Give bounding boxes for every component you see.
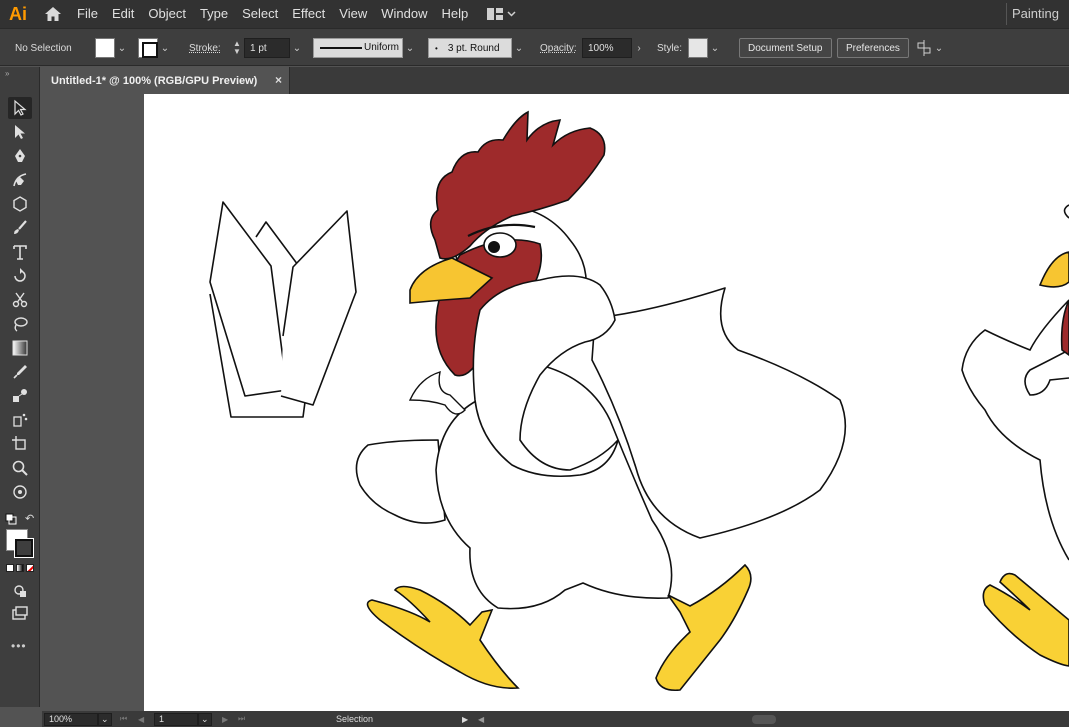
paintbrush-tool-icon[interactable] (8, 217, 32, 239)
scroll-left-icon[interactable]: ◀ (478, 711, 484, 727)
control-bar: No Selection ⌄ ⌄ Stroke: ▲ ▼ 1 pt ⌄ Unifo… (0, 28, 1069, 66)
app-logo: Ai (9, 3, 27, 24)
swap-fill-stroke-icon[interactable]: ↶ (25, 512, 34, 525)
workspace-switcher[interactable]: Painting (1012, 0, 1059, 28)
menu-object[interactable]: Object (141, 0, 193, 28)
chevron-down-icon[interactable]: ⌄ (115, 38, 129, 58)
artwork (209, 110, 1069, 692)
perspective-grid-icon[interactable] (8, 481, 32, 503)
status-menu-icon[interactable]: ▶ (462, 711, 468, 727)
stroke-label[interactable]: Stroke: (189, 29, 221, 67)
menu-file[interactable]: File (70, 0, 105, 28)
brush-dot-icon: • (435, 43, 438, 53)
divider (1006, 3, 1007, 25)
selection-tool-icon[interactable] (8, 97, 32, 119)
color-icon[interactable] (6, 564, 14, 572)
current-tool-status: Selection (336, 714, 374, 724)
profile-line-icon (320, 47, 362, 49)
arrange-documents-icon (487, 8, 504, 20)
gradient-icon[interactable] (16, 564, 24, 572)
fill-swatch[interactable] (95, 38, 115, 58)
style-swatch[interactable] (688, 38, 708, 58)
none-icon[interactable] (26, 564, 34, 572)
menu-type[interactable]: Type (193, 0, 235, 28)
chevron-down-icon[interactable]: ⌄ (158, 38, 172, 58)
curvature-tool-icon[interactable] (8, 169, 32, 191)
menu-window[interactable]: Window (374, 0, 434, 28)
chevron-down-icon (507, 11, 516, 17)
selection-status: No Selection (15, 42, 72, 54)
rooster-left-wing (355, 439, 446, 524)
rooster-neck-feathers (408, 370, 466, 415)
second-rooster (961, 204, 1069, 667)
menu-view[interactable]: View (332, 0, 374, 28)
shape-tool-icon[interactable] (8, 193, 32, 215)
feather-sketch (209, 201, 357, 418)
collapse-icon[interactable]: » (5, 69, 9, 78)
screen-mode-icon[interactable] (8, 603, 32, 625)
preferences-button[interactable]: Preferences (837, 38, 909, 58)
lasso-tool-icon[interactable] (8, 313, 32, 335)
artboard[interactable] (144, 94, 1069, 711)
last-artboard-icon[interactable]: ⏭ (238, 711, 245, 727)
menu-edit[interactable]: Edit (105, 0, 141, 28)
arrange-documents-button[interactable] (487, 8, 516, 20)
stroke-stepper[interactable]: ▲ ▼ (230, 38, 244, 58)
artboard-number-input[interactable]: 1 (154, 712, 198, 726)
artboard-tool-icon[interactable] (8, 433, 32, 455)
eyedropper-tool-icon[interactable] (8, 361, 32, 383)
menu-bar: Ai File Edit Object Type Select Effect V… (0, 0, 1069, 28)
document-tab[interactable]: Untitled-1* @ 100% (RGB/GPU Preview) × (42, 67, 290, 94)
direct-selection-tool-icon[interactable] (8, 121, 32, 143)
zoom-tool-icon[interactable] (8, 457, 32, 479)
rotate-tool-icon[interactable] (8, 265, 32, 287)
chevron-down-icon[interactable]: ⌄ (512, 38, 526, 58)
document-tab-bar: Untitled-1* @ 100% (RGB/GPU Preview) × (42, 67, 1069, 94)
edit-toolbar-icon[interactable]: ••• (11, 639, 27, 653)
scissors-tool-icon[interactable] (8, 289, 32, 311)
home-icon[interactable] (36, 0, 70, 28)
default-fill-stroke-icon[interactable] (5, 512, 17, 525)
status-bar: 100% ⌄ ⏮ ◀ 1 ⌄ ▶ ⏭ Selection ▶ ◀ (42, 711, 1069, 727)
menu-effect[interactable]: Effect (285, 0, 332, 28)
style-label: Style: (657, 42, 683, 54)
document-tab-title: Untitled-1* @ 100% (RGB/GPU Preview) (51, 74, 258, 87)
horizontal-scrollbar-thumb[interactable] (752, 714, 776, 724)
first-artboard-icon[interactable]: ⏮ (120, 711, 127, 727)
gradient-tool-icon[interactable] (8, 337, 32, 359)
menu-select[interactable]: Select (235, 0, 285, 28)
chevron-right-icon[interactable]: › (632, 38, 646, 58)
chevron-down-icon[interactable]: ⌄ (290, 38, 304, 58)
opacity-label[interactable]: Opacity: (540, 29, 577, 67)
pasteboard[interactable] (42, 94, 1069, 711)
variable-width-profile[interactable]: Uniform (313, 38, 403, 58)
blend-tool-icon[interactable] (8, 385, 32, 407)
chevron-down-icon[interactable]: ⌄ (708, 38, 722, 58)
type-tool-icon[interactable] (8, 241, 32, 263)
tools-panel: » ↶ ••• (0, 67, 40, 707)
previous-artboard-icon[interactable]: ◀ (138, 711, 144, 727)
brush-label: 3 pt. Round (447, 42, 500, 54)
chevron-down-icon[interactable]: ⌄ (932, 38, 946, 58)
drawing-mode-icon[interactable] (8, 580, 32, 602)
chevron-down-icon[interactable]: ⌄ (98, 712, 112, 726)
zoom-level-input[interactable]: 100% (44, 712, 98, 726)
chevron-down-icon[interactable]: ⌄ (198, 712, 212, 726)
document-setup-button[interactable]: Document Setup (739, 38, 832, 58)
brush-definition[interactable]: • 3 pt. Round (428, 38, 512, 58)
close-icon[interactable]: × (275, 73, 282, 87)
stroke-swatch[interactable] (138, 38, 158, 58)
profile-label: Uniform (364, 42, 400, 53)
chevron-down-icon[interactable]: ⌄ (403, 38, 417, 58)
menu-help[interactable]: Help (434, 0, 475, 28)
align-icon[interactable] (916, 40, 932, 56)
pen-tool-icon[interactable] (8, 145, 32, 167)
color-mode-buttons (6, 564, 34, 572)
symbol-sprayer-tool-icon[interactable] (8, 409, 32, 431)
stroke-color-box[interactable] (14, 538, 34, 558)
opacity-input[interactable]: 100% (582, 38, 632, 58)
stroke-weight-input[interactable]: 1 pt (244, 38, 290, 58)
next-artboard-icon[interactable]: ▶ (222, 711, 228, 727)
